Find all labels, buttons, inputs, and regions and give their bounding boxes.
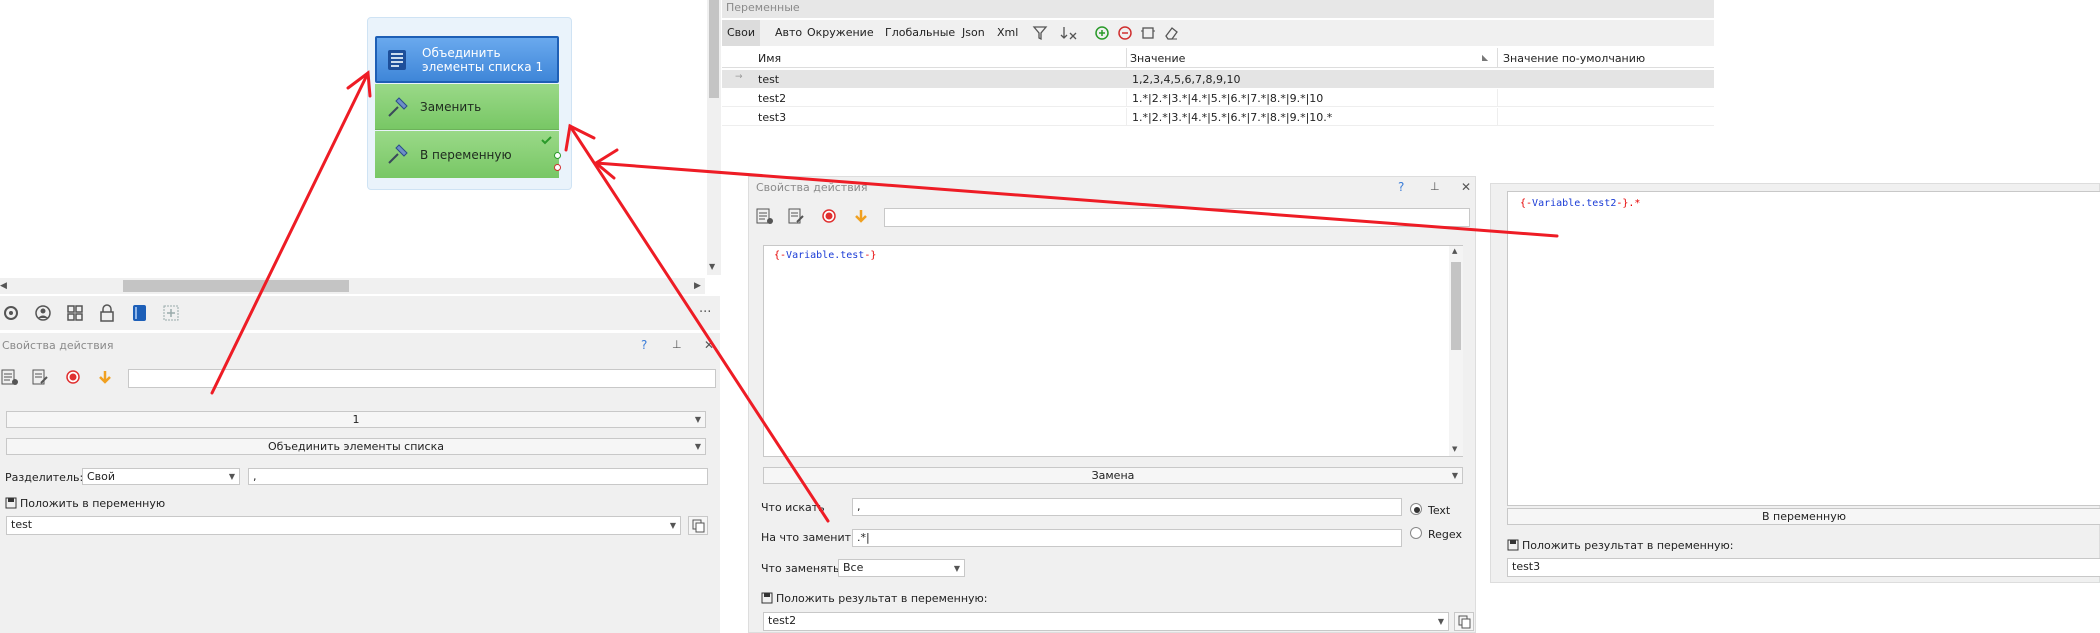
arrow-mid-to-replace-node bbox=[568, 124, 830, 523]
arrow-mid-head bbox=[564, 123, 596, 152]
arrow-left-to-join-node bbox=[210, 71, 370, 395]
arrow-right-to-variable-node bbox=[594, 161, 1559, 238]
arrow-group bbox=[210, 70, 1559, 523]
annotation-arrows bbox=[210, 70, 1559, 523]
